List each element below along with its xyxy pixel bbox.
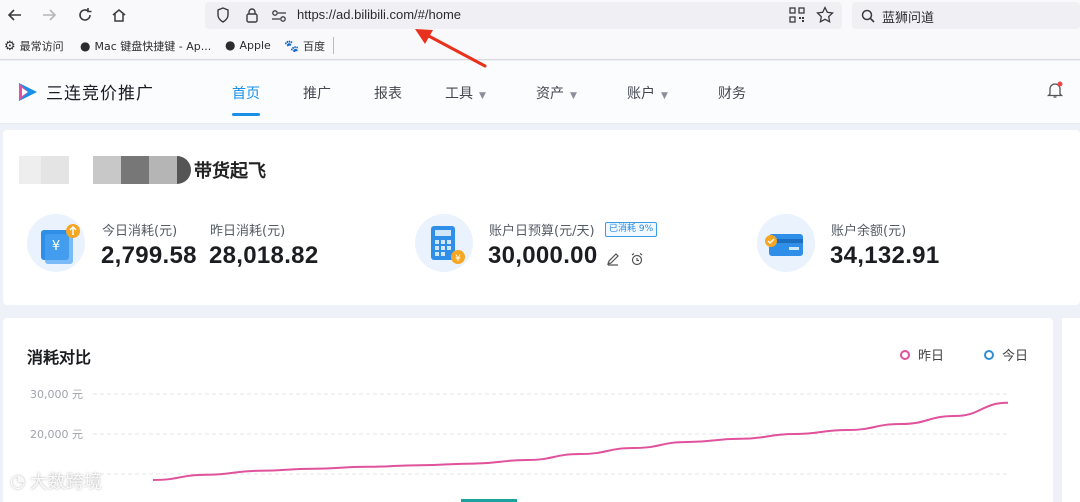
balance-value: 34,132.91: [830, 242, 940, 269]
line-chart: 30,000 元 20,000 元: [30, 388, 1009, 502]
search-text[interactable]: 蓝狮问道: [882, 7, 934, 26]
caret-down-icon: ▼: [570, 91, 577, 101]
spend-icon: ¥: [27, 214, 85, 272]
side-panel-edge: [1062, 318, 1080, 502]
redacted-block: [19, 156, 41, 184]
account-overview-card: 带货起飞 ¥ 今日消耗(元) 2,799.58 昨日消耗(元) 28,018.8…: [3, 130, 1080, 305]
bookmark-mac-shortcuts[interactable]: ● Mac 键盘快捷键 - Ap...: [80, 38, 211, 54]
calculator-icon: ¥: [415, 214, 473, 272]
bank-card-icon: [757, 214, 815, 272]
nav-active-indicator: [232, 113, 260, 116]
bookmark-label: 百度: [302, 40, 325, 53]
bookmark-baidu[interactable]: 🐾 百度: [284, 38, 325, 54]
nav-promotion[interactable]: 推广: [303, 83, 331, 103]
qr-code-icon[interactable]: [789, 7, 805, 27]
series-line-昨日: [152, 401, 1009, 481]
back-icon[interactable]: [4, 4, 26, 26]
svg-text:¥: ¥: [455, 254, 461, 264]
nav-account[interactable]: 账户 ▼: [627, 83, 668, 103]
bookmark-label: Mac 键盘快捷键 - Ap...: [94, 40, 212, 53]
apple-icon: ●: [225, 38, 236, 52]
forward-icon[interactable]: [38, 4, 60, 26]
balance-label: 账户余额(元): [831, 224, 907, 239]
caret-down-icon: ▼: [479, 91, 486, 101]
browser-toolbar: https://ad.bilibili.com/#/home 蓝狮问道: [0, 0, 1080, 31]
search-icon: [861, 8, 875, 27]
bookmark-most-visited[interactable]: ⚙ 最常访问: [4, 38, 64, 54]
today-spend-value: 2,799.58: [101, 242, 197, 269]
redacted-block: [177, 156, 191, 184]
url-text[interactable]: https://ad.bilibili.com/#/home: [297, 7, 461, 22]
caret-down-icon: ▼: [661, 91, 668, 101]
bookmark-label: Apple: [239, 38, 271, 52]
bell-icon[interactable]: [1046, 81, 1064, 103]
nav-reports[interactable]: 报表: [374, 83, 402, 103]
spend-comparison-card: 消耗对比 昨日 今日 30,000 元 20,000 元: [3, 318, 1053, 502]
redacted-block: [41, 156, 69, 184]
daily-budget-label: 账户日预算(元/天): [489, 224, 595, 239]
home-icon[interactable]: [108, 4, 130, 26]
permissions-icon[interactable]: [271, 8, 287, 27]
today-spend-label: 今日消耗(元): [102, 224, 178, 239]
watermark-logo-icon: ◔: [10, 470, 26, 492]
nav-assets[interactable]: 资产 ▼: [536, 83, 577, 103]
bookmarks-separator: [333, 37, 334, 54]
nav-tools[interactable]: 工具 ▼: [445, 83, 486, 103]
search-box[interactable]: 蓝狮问道: [852, 2, 1080, 29]
paw-icon: 🐾: [284, 39, 299, 53]
watermark: ◔ 大数跨境: [10, 468, 102, 494]
logo-play-icon: [19, 82, 37, 101]
reload-icon[interactable]: [74, 4, 96, 26]
nav-home[interactable]: 首页: [232, 83, 260, 103]
daily-budget-value: 30,000.00: [488, 242, 598, 269]
yesterday-spend-label: 昨日消耗(元): [210, 224, 286, 239]
bookmark-apple[interactable]: ● Apple: [225, 38, 271, 52]
watermark-text: 大数跨境: [29, 472, 102, 493]
shield-icon[interactable]: [216, 7, 230, 27]
edit-pencil-icon[interactable]: [606, 251, 620, 270]
gear-icon: ⚙: [4, 38, 16, 54]
nav-finance[interactable]: 财务: [718, 83, 746, 103]
redacted-block: [121, 156, 149, 184]
logo-text: 三连竞价推广: [46, 84, 154, 104]
account-name: 带货起飞: [194, 161, 266, 182]
spent-percent-badge: 已消耗 9%: [605, 222, 658, 237]
bookmarks-bar: ⚙ 最常访问 ● Mac 键盘快捷键 - Ap... ● Apple 🐾 百度: [0, 31, 1080, 60]
apple-icon: ●: [80, 39, 91, 53]
app-logo[interactable]: 三连竞价推广: [16, 79, 154, 104]
bookmark-star-icon[interactable]: [816, 5, 834, 28]
lock-icon[interactable]: [245, 7, 259, 27]
bookmark-label: 最常访问: [19, 40, 64, 53]
svg-text:¥: ¥: [52, 239, 60, 254]
y-tick-label: 30,000 元: [30, 388, 83, 401]
y-tick-label: 20,000 元: [30, 428, 83, 441]
redacted-block: [149, 156, 177, 184]
yesterday-spend-value: 28,018.82: [209, 242, 319, 269]
address-bar[interactable]: https://ad.bilibili.com/#/home: [205, 2, 842, 29]
alarm-clock-icon[interactable]: [630, 251, 644, 270]
redacted-block: [93, 156, 121, 184]
app-header: 三连竞价推广 首页 推广 报表 工具 ▼ 资产 ▼ 账户 ▼ 财务: [0, 61, 1080, 124]
